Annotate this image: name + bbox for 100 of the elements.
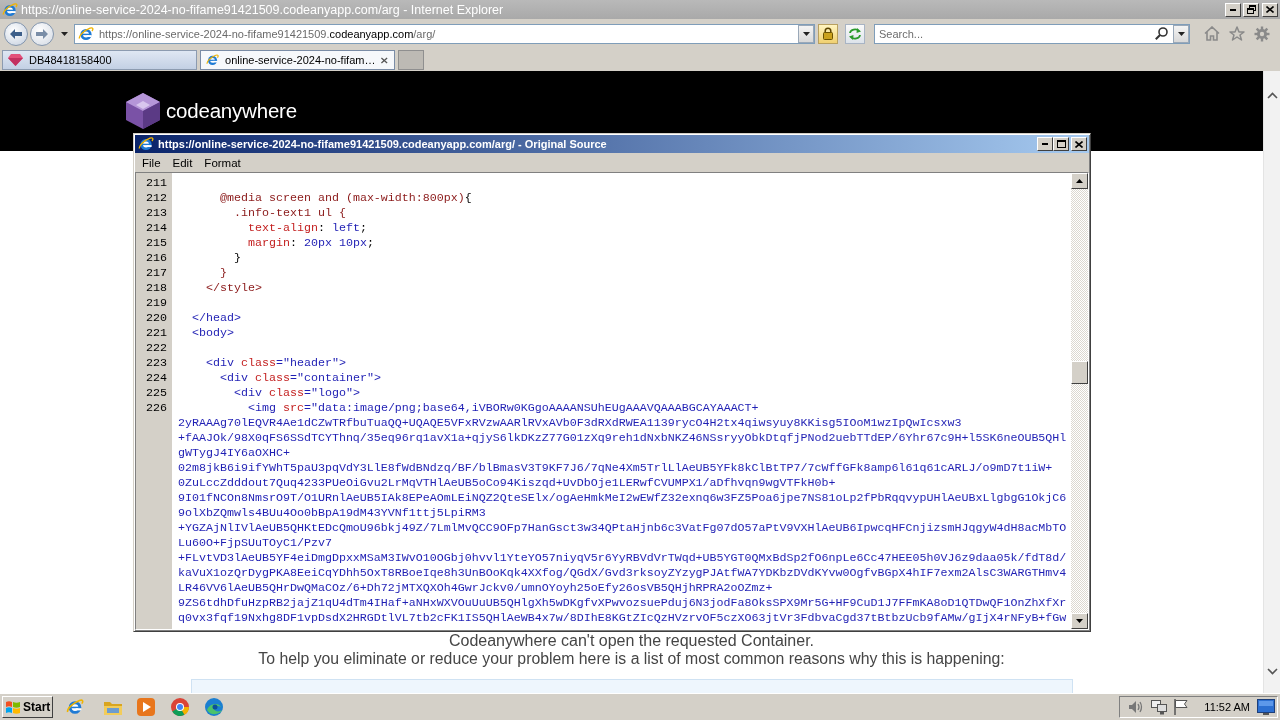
chevron-up-icon[interactable] (1266, 92, 1278, 99)
code-line: } (220, 266, 227, 281)
arrow-right-icon (36, 28, 48, 39)
caret-icon (60, 31, 68, 36)
back-button[interactable] (4, 21, 28, 46)
line-number: 214 (146, 221, 167, 236)
restore-icon (1246, 5, 1256, 14)
code-line: 02m8jkB6i9ifYWhT5paU3pqVdY3LlE8fWdBNdzq/BF/blBmasV3T9KF7J6/7qNe4Xm5TrlLlAeUB5YFk8kClBtTP7/7cWffGFk8amp6l61q61cARLJ/o9mD7t1iW+ (178, 461, 1053, 476)
line-number: 213 (146, 206, 167, 221)
code-line: margin: 20px 10px; (247, 236, 374, 251)
speaker-icon[interactable] (1128, 699, 1145, 715)
code-line: kaVuX1ozQrDygPKA8EeiCqYDhh5OxT8RBoeIqe8h3UnBOoKqk4XXfog/QGdX/Gvd3rksoyZYzygPJAtfWA7YDKbzDVdKYvw0OgfvBGpX4hIF7exm2AlsC3WARGTHmv4 (178, 566, 1067, 581)
close-icon (1075, 140, 1083, 148)
padlock-icon (823, 27, 833, 40)
arrow-left-icon (10, 28, 22, 39)
scrollbar[interactable] (1071, 173, 1088, 629)
start-button[interactable]: Start (2, 696, 53, 718)
search-icon[interactable] (1155, 26, 1168, 40)
close-icon (1266, 6, 1274, 13)
line-number: 212 (146, 191, 167, 206)
line-number: 220 (146, 311, 167, 326)
line-number: 219 (146, 296, 167, 311)
line-number: 217 (146, 266, 167, 281)
browser-icon (78, 25, 94, 42)
line-number: 223 (146, 356, 167, 371)
line-number: 221 (146, 326, 167, 341)
close-tab-icon[interactable] (381, 56, 388, 64)
code-line: @media screen and (max-width:800px){ (220, 191, 472, 206)
line-number: 224 (146, 371, 167, 386)
gem-icon (8, 54, 23, 66)
scroll-thumb[interactable] (1071, 361, 1088, 384)
code-line: <div class="container"> (220, 371, 381, 386)
code-line: <div class="header"> (206, 356, 346, 371)
home-icon (1204, 26, 1220, 41)
dialog-title: https://online-service-2024-no-fifame91421509.codeanyapp.com/arg/ - Original Source (158, 138, 608, 150)
code-line: </style> (206, 281, 262, 296)
line-number: 216 (146, 251, 167, 266)
maximize-button[interactable] (1053, 137, 1069, 151)
caret-icon (802, 31, 810, 36)
code-line: <body> (192, 326, 234, 341)
minimize-icon (1042, 143, 1048, 145)
address-field[interactable]: https://online-service-2024-no-fifame91421509.codeanyapp.com/arg/ (74, 23, 815, 44)
browser-icon (2, 1, 18, 18)
maximize-icon (1056, 140, 1066, 148)
caret-icon (1177, 31, 1185, 36)
window-title: https://online-service-2024-no-fifame91421509.codeanyapp.com/arg - Internet Explorer (21, 2, 505, 17)
refresh-button[interactable] (845, 23, 865, 44)
code-line: +FLvtVD3lAeUB5YF4eiDmgDpxxMSaM3IWvO10OGbj0hvvl1YteYO57niyqV5r6YyRBVdVrTWqd+UB5YGT0QMxBdSp2fO6npLe6Cc47HEE05h0VJ6z9daa05k/fdT8d/ (178, 551, 1067, 566)
code-line: 9I01fNCOn8NmsrO9T/O1URnlAeUB5IAk8EPeAOmLEiNQZ2QteSElx/ogAeHmkMeI2wEWfZ32exnq6w3FZ5Poa6jpe7NS81oLp2fPbRqqvypUHlAeUBxLlgbgG1OkjC6 (178, 491, 1067, 506)
menu-item[interactable]: Format (198, 156, 247, 169)
close-button[interactable] (1262, 2, 1278, 17)
line-number: 225 (146, 386, 167, 401)
cube-icon (126, 93, 160, 129)
refresh-icon (848, 27, 862, 40)
menu-item[interactable]: File (136, 156, 167, 169)
intro-text: To help you eliminate or reduce your problem here is a list of most common reasons why this is happening: (258, 650, 1005, 668)
scroll-down-button[interactable] (1071, 613, 1088, 629)
code-line: .info-text1 ul { (233, 206, 346, 221)
close-button[interactable] (1071, 137, 1087, 151)
triangle-down-icon (1076, 619, 1083, 623)
tab[interactable]: online-service-2024-no-fifam… (200, 50, 395, 70)
circle-logo-icon[interactable] (171, 698, 189, 716)
clock-text: 11:52 AM (1204, 701, 1250, 713)
line-number: 211 (146, 176, 167, 191)
menu-item[interactable]: Edit (166, 156, 199, 169)
code-line: +YGZAjNlIVlAeUB5QHKtEDcQmoU96bkj49Z/7LmlMvQCC9OFp7HanGsct3w34QPtaHjnb6c3VatFg07dO57aPtV9VXHlAeUB6IpwcqHFCnjizsmHJqgyW4dH8acMbTO (178, 521, 1067, 536)
logo-text: codeanywhere (166, 99, 297, 123)
scroll-up-button[interactable] (1071, 173, 1088, 189)
gear-icon (1254, 25, 1270, 42)
flag-icon[interactable] (1174, 699, 1189, 715)
security-button[interactable] (818, 23, 838, 44)
code-line: 9ZS6tdhDfuHzpRB2jajZ1qU4dTm4IHaf+aNHxWXVOuUuUB5QHlgXh5wDKgfvXPwvozsuePduj6N3jodFa8OksSPX9Mr5G+HF9CuD1J7FFmKA8oD1QTDwQF1OnZhXfXr (178, 596, 1067, 611)
triangle-up-icon (1076, 179, 1083, 183)
swirl-logo-icon[interactable] (205, 698, 223, 716)
windows-logo-icon (5, 699, 21, 715)
address-dropdown-button[interactable] (798, 24, 814, 43)
minimize-button[interactable] (1037, 137, 1053, 151)
line-number: 222 (146, 341, 167, 356)
browser-icon (138, 136, 154, 152)
code-line: +fAAJOk/98X0qFS6SSdTCYThnq/35eq96rq1avX1a+qjyS6lkDKzZ77G01zXq9reh1dNxbNKZ46NSsryyObkDtqfjPNod2uebTTdEP/6Yhr67c9H+l5SK6neOUB5QHl (178, 431, 1067, 446)
scrollbar[interactable] (1263, 71, 1280, 693)
code-line: <img src="data:image/png;base64,iVBORw0KGgoAAAANSUhEUgAAAVQAAABGCAYAAACT+ (247, 401, 759, 416)
search-field[interactable]: Search... (874, 23, 1190, 44)
code-line: 2yRAAAg70lEQVR4Ae1dCZwTRfbuTuaQQ+UQAQE5VFxRVzwAARlRVxAVb0F3dRXdRWEA1139rycO4H2tx4qiwsyuy8KKisg5IOoM1wzIpQwIcsxw3 (178, 416, 962, 431)
play-icon[interactable] (137, 698, 155, 716)
minimize-button[interactable] (1225, 2, 1241, 17)
code-line: <div class="logo"> (233, 386, 360, 401)
chevron-down-icon[interactable] (1266, 668, 1278, 675)
code-line: } (233, 251, 241, 266)
desktop-icon[interactable] (1257, 699, 1275, 715)
star-icon (1229, 26, 1245, 41)
tab[interactable]: DB48418158400 (2, 50, 197, 70)
code-line: </head> (192, 311, 241, 326)
browser-icon[interactable] (66, 698, 84, 716)
network-icon[interactable] (1151, 699, 1168, 715)
code-line: Lu60O+FjpSUuTOyC1/Pzv7 (178, 536, 332, 551)
message-text: Codeanywhere can't open the requested Container. (448, 632, 815, 650)
code-line: 0ZuLccZdddout7Quq4233PUeOiGvu2LrMqVTHlAeUB5oCo94Kiszqd+UvDbOje1LERwfCVUMPX1/aDfhvqn9wgVTFkH0b+ (178, 476, 836, 491)
code-line: 9olXbZQmwls4BUu4Oo0bBpA19dM43YVNf1ttj5LpiRM3 (178, 506, 486, 521)
restore-button[interactable] (1243, 2, 1259, 17)
